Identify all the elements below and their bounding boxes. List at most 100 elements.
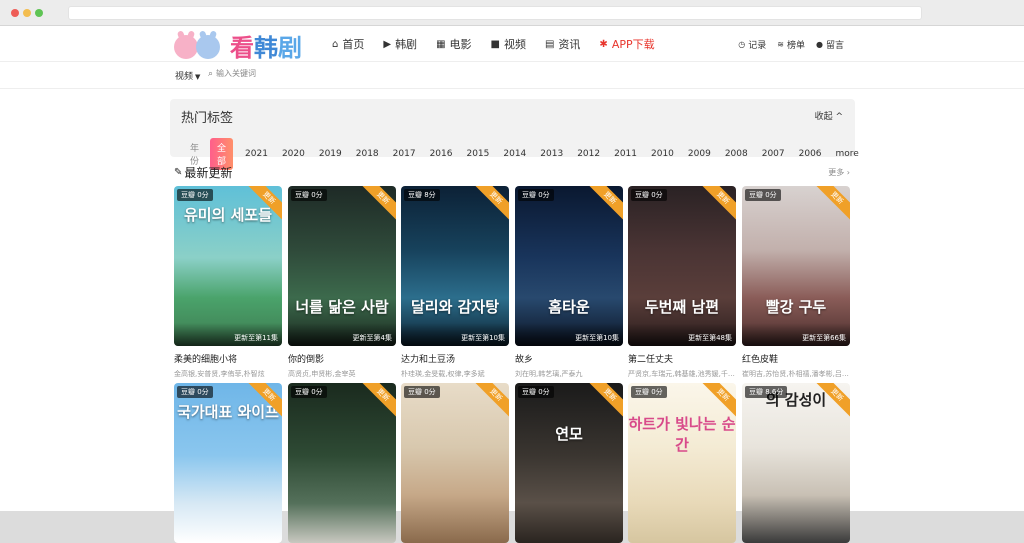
minimize-window-button[interactable] bbox=[23, 9, 31, 17]
browser-titlebar bbox=[0, 0, 1024, 26]
nav-label: 视频 bbox=[503, 38, 526, 51]
video-title[interactable]: 柔美的细胞小将 bbox=[174, 352, 282, 365]
video-card[interactable]: 豆瓣 0分 更新 bbox=[401, 383, 509, 543]
video-title[interactable]: 你的倒影 bbox=[288, 352, 396, 365]
poster-image[interactable]: 국가대표 와이프 豆瓣 0分 更新 bbox=[174, 383, 282, 543]
comment-icon: ● bbox=[816, 39, 823, 49]
user-nav-label: 记录 bbox=[748, 40, 767, 51]
maximize-window-button[interactable] bbox=[35, 9, 43, 17]
year-tag[interactable]: more bbox=[836, 149, 859, 159]
user-nav-label: 榜单 bbox=[786, 40, 805, 51]
category-select[interactable]: 视频 ▼ bbox=[175, 69, 200, 82]
user-nav-item-1[interactable]: ≋ 榜单 bbox=[777, 38, 805, 51]
video-title[interactable]: 达力和土豆汤 bbox=[401, 352, 509, 365]
year-tag[interactable]: 2021 bbox=[245, 149, 268, 159]
user-nav-item-2[interactable]: ● 留言 bbox=[816, 38, 844, 51]
year-tag[interactable]: 2019 bbox=[319, 149, 342, 159]
video-cast: 高贤贞,申贤彬,金宰英 bbox=[288, 370, 356, 378]
hot-tags-title: 热门标签 bbox=[181, 111, 234, 126]
year-tag[interactable]: 2008 bbox=[725, 149, 748, 159]
year-tag[interactable]: 2013 bbox=[540, 149, 563, 159]
nav-item-2[interactable]: ▦ 电影 bbox=[436, 36, 471, 52]
close-window-button[interactable] bbox=[11, 9, 19, 17]
rating-badge: 豆瓣 0分 bbox=[291, 386, 327, 398]
browser-window: 看韩剧 ⌂ 首页 ▶ 韩剧 ▦ 电影 ■ 视频 ▤ 资讯 ✱ APP下载 ◷ 记录 ≋ 榜单 ● 留言 视频 ▼ … bbox=[0, 0, 1024, 543]
collapse-button[interactable]: 收起 ^ bbox=[815, 109, 843, 122]
rating-badge: 豆瓣 0分 bbox=[404, 386, 440, 398]
video-card[interactable]: 달리와 감자탕 豆瓣 8分 更新 更新至第10集达力和土豆汤朴珪瑛,金旻载,权律,李多… bbox=[401, 186, 509, 379]
year-tag[interactable]: 2011 bbox=[614, 149, 637, 159]
edit-icon: ✎ bbox=[174, 167, 183, 178]
search-input[interactable]: ⌕ 输入关键词 bbox=[208, 68, 256, 79]
episode-status: 更新至第10集 bbox=[401, 323, 509, 346]
video-card[interactable]: 국가대표 와이프 豆瓣 0分 更新 bbox=[174, 383, 282, 543]
poster-image[interactable]: 연모 豆瓣 0分 更新 bbox=[515, 383, 623, 543]
video-card[interactable]: 豆瓣 0分 更新 bbox=[288, 383, 396, 543]
year-tag[interactable]: 2014 bbox=[503, 149, 526, 159]
poster-image[interactable]: 하트가 빛나는 순간 豆瓣 0分 更新 bbox=[628, 383, 736, 543]
nav-item-5[interactable]: ✱ APP下载 bbox=[599, 36, 654, 52]
year-tag[interactable]: 2009 bbox=[688, 149, 711, 159]
video-title[interactable]: 红色皮鞋 bbox=[742, 352, 850, 365]
year-tag[interactable]: 2018 bbox=[356, 149, 379, 159]
video-cast: 刘在明,韩艺璃,严泰九 bbox=[515, 370, 583, 378]
year-tag[interactable]: 2010 bbox=[651, 149, 674, 159]
rating-badge: 豆瓣 0分 bbox=[177, 189, 213, 201]
user-nav-label: 留言 bbox=[825, 40, 844, 51]
site-logo[interactable]: 看韩剧 bbox=[172, 28, 302, 63]
poster-image[interactable]: 두번째 남편 豆瓣 0分 更新 更新至第48集 bbox=[628, 186, 736, 346]
nav-item-4[interactable]: ▤ 资讯 bbox=[545, 36, 580, 52]
episode-status: 更新至第11集 bbox=[174, 323, 282, 346]
video-title[interactable]: 第二任丈夫 bbox=[628, 352, 736, 365]
user-nav-item-0[interactable]: ◷ 记录 bbox=[738, 38, 766, 51]
video-cast: 严贤京,车瑞元,韩基雄,池秀媛,千… bbox=[628, 370, 735, 378]
rating-badge: 豆瓣 8分 bbox=[404, 189, 440, 201]
nav-item-1[interactable]: ▶ 韩剧 bbox=[383, 36, 417, 52]
update-ribbon: 更新 bbox=[698, 186, 736, 223]
year-tag[interactable]: 2007 bbox=[762, 149, 785, 159]
main-nav: ⌂ 首页 ▶ 韩剧 ▦ 电影 ■ 视频 ▤ 资讯 ✱ APP下载 bbox=[332, 26, 674, 62]
poster-image[interactable]: 豆瓣 0分 更新 bbox=[288, 383, 396, 543]
user-nav: ◷ 记录 ≋ 榜单 ● 留言 bbox=[727, 26, 844, 62]
video-card[interactable]: 의 감성이 豆瓣 8.6分 更新 bbox=[742, 383, 850, 543]
more-link[interactable]: 更多 › bbox=[828, 167, 850, 178]
year-tag[interactable]: 2020 bbox=[282, 149, 305, 159]
video-card[interactable]: 유미의 세포들 豆瓣 0分 更新 更新至第11集 柔美的细胞小将 金高银,安普贤,李侑菲,… bbox=[174, 186, 282, 379]
poster-image[interactable]: 유미의 세포들 豆瓣 0分 更新 更新至第11集 bbox=[174, 186, 282, 346]
video-card[interactable]: 하트가 빛나는 순간 豆瓣 0分 更新 bbox=[628, 383, 736, 543]
poster-image[interactable]: 달리와 감자탕 豆瓣 8分 更新 更新至第10集 bbox=[401, 186, 509, 346]
mascot-logo-icon bbox=[172, 31, 226, 61]
year-tag[interactable]: 2012 bbox=[577, 149, 600, 159]
poster-image[interactable]: 빨강 구두 豆瓣 0分 更新 更新至第66集 bbox=[742, 186, 850, 346]
update-ribbon: 更新 bbox=[812, 186, 850, 223]
poster-image[interactable]: 의 감성이 豆瓣 8.6分 更新 bbox=[742, 383, 850, 543]
nav-item-0[interactable]: ⌂ 首页 bbox=[332, 36, 364, 52]
video-title[interactable]: 故乡 bbox=[515, 352, 623, 365]
poster-image[interactable]: 너를 닮은 사람 豆瓣 0分 更新 更新至第4集 bbox=[288, 186, 396, 346]
episode-status: 更新至第48集 bbox=[628, 323, 736, 346]
year-tag[interactable]: 2015 bbox=[466, 149, 489, 159]
poster-image[interactable]: 홈타운 豆瓣 0分 更新 更新至第10集 bbox=[515, 186, 623, 346]
nav-item-3[interactable]: ■ 视频 bbox=[491, 36, 526, 52]
newspaper-icon: ▤ bbox=[544, 38, 555, 50]
year-tag[interactable]: 2006 bbox=[799, 149, 822, 159]
poster-title-text: 빨강 구두 bbox=[765, 298, 827, 316]
section-title: ✎ 最新更新 bbox=[174, 166, 233, 180]
video-card[interactable]: 홈타운 豆瓣 0分 更新 更新至第10集故乡刘在明,韩艺璃,严泰九 bbox=[515, 186, 623, 379]
poster-image[interactable]: 豆瓣 0分 更新 bbox=[401, 383, 509, 543]
rating-badge: 豆瓣 0分 bbox=[177, 386, 213, 398]
rating-badge: 豆瓣 0分 bbox=[291, 189, 327, 201]
video-cast: 崔明吉,苏怡贤,朴相禧,潘孝彬,吕… bbox=[742, 370, 849, 378]
video-card[interactable]: 두번째 남편 豆瓣 0分 更新 更新至第48集 第二任丈夫 严贤京,车瑞元,韩基雄,池秀媛… bbox=[628, 186, 736, 379]
video-card[interactable]: 너를 닮은 사람 豆瓣 0分 更新 更新至第4集你的倒影高贤贞,申贤彬,金宰英 bbox=[288, 186, 396, 379]
episode-status: 更新至第10集 bbox=[515, 323, 623, 346]
address-bar[interactable] bbox=[68, 6, 922, 20]
video-card[interactable]: 빨강 구두 豆瓣 0分 更新 更新至第66集红色皮鞋崔明吉,苏怡贤,朴相禧,潘孝彬,吕… bbox=[742, 186, 850, 379]
update-ribbon: 更新 bbox=[471, 383, 509, 420]
episode-status: 更新至第4集 bbox=[288, 323, 396, 346]
nav-label: 电影 bbox=[449, 38, 472, 51]
year-tag[interactable]: 2016 bbox=[430, 149, 453, 159]
year-tag[interactable]: 2017 bbox=[393, 149, 416, 159]
video-cast: 朴珪瑛,金旻载,权律,李多斌 bbox=[401, 370, 485, 378]
video-card[interactable]: 연모 豆瓣 0分 更新 bbox=[515, 383, 623, 543]
